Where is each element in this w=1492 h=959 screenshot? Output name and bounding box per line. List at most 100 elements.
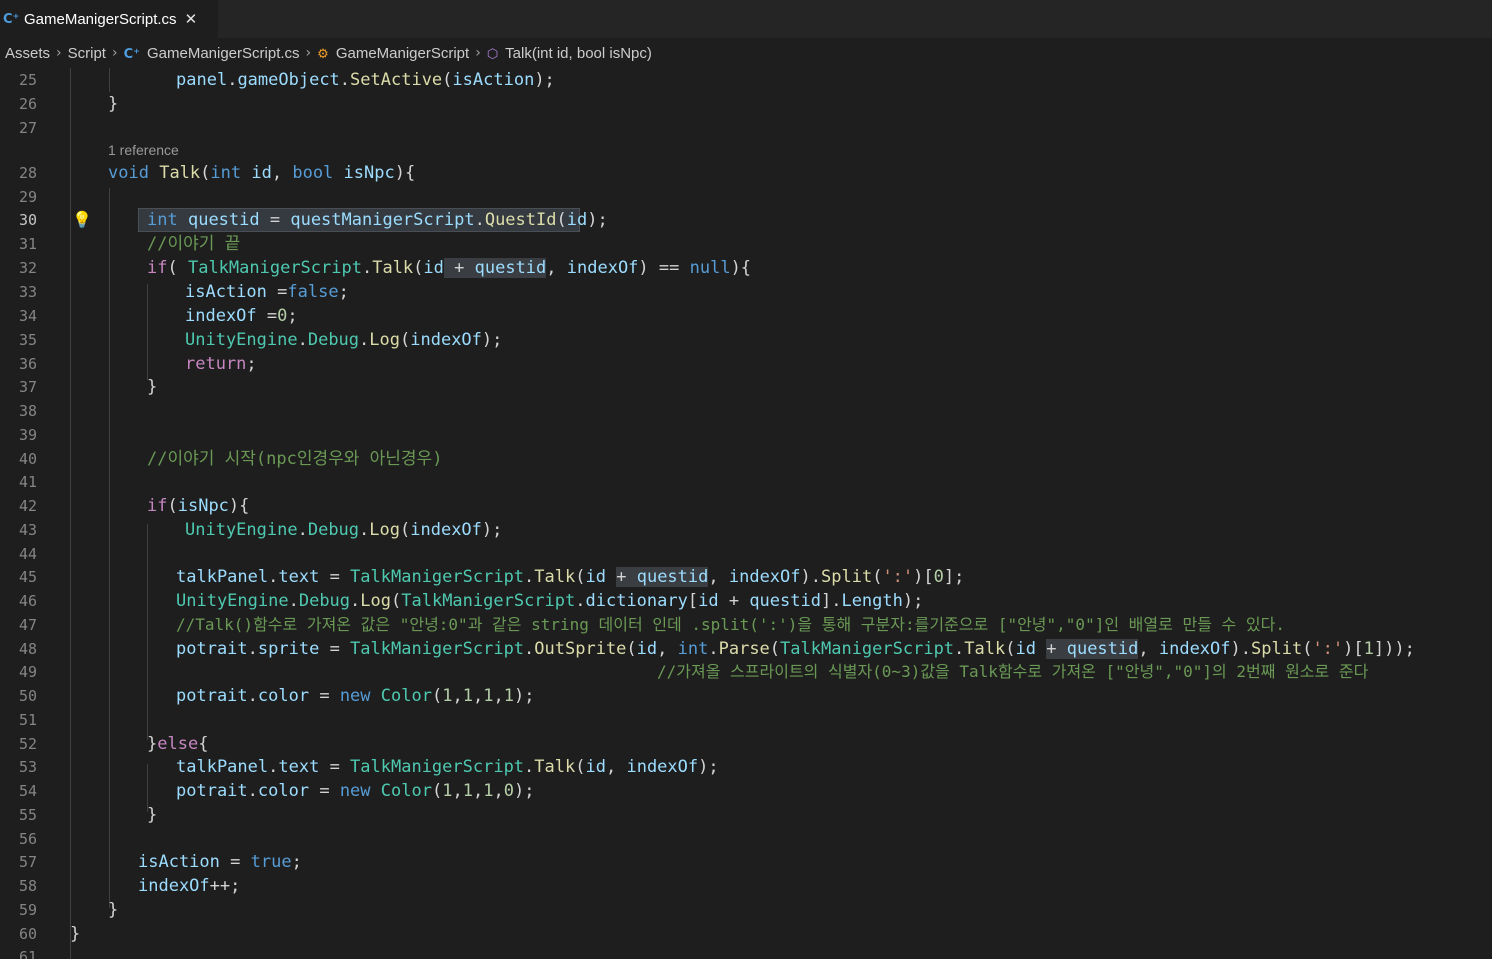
code-text: indexOf =0;: [185, 306, 298, 326]
breadcrumb-script[interactable]: Script: [68, 45, 106, 62]
tab-bar: C⁺ GameManigerScript.cs ✕: [0, 0, 1492, 38]
code-text: }: [147, 805, 158, 825]
breadcrumb-class-label: GameManigerScript: [335, 44, 470, 62]
breadcrumb-method[interactable]: ⬡ Talk(int id, bool isNpc): [487, 45, 652, 62]
code-text: isAction = true;: [138, 852, 302, 872]
code-line: 41: [0, 470, 1492, 494]
code-text: }else{: [147, 734, 209, 754]
code-line: 51: [0, 708, 1492, 732]
code-line: 34 indexOf =0;: [0, 304, 1492, 328]
code-comment: //이야기 시작(npc인경우와 아닌경우): [147, 449, 443, 469]
code-line: 58 indexOf++;: [0, 874, 1492, 898]
code-text: isAction =false;: [185, 282, 349, 302]
line-number: 41: [18, 473, 37, 491]
tab-filename: GameManigerScript.cs: [24, 10, 177, 28]
code-text: UnityEngine.Debug.Log(TalkManigerScript.…: [176, 591, 924, 611]
line-number: 51: [18, 711, 37, 729]
line-number: 25: [18, 71, 37, 89]
code-text: }: [70, 924, 81, 944]
code-line: 61: [0, 945, 1492, 959]
code-text: potrait.color = new Color(1,1,1,1);: [176, 686, 535, 706]
code-text: int questid = questManigerScript.QuestId…: [147, 210, 608, 230]
code-line: 56: [0, 827, 1492, 851]
code-line: 47 //Talk()함수로 가져온 값은 "안녕:0"과 같은 string …: [0, 613, 1492, 637]
code-line: 29: [0, 185, 1492, 209]
code-line: 35 UnityEngine.Debug.Log(indexOf);: [0, 328, 1492, 352]
line-number: 59: [18, 901, 37, 919]
line-number: 46: [18, 592, 37, 610]
breadcrumb-assets[interactable]: Assets: [5, 45, 50, 62]
code-line: 52 }else{: [0, 732, 1492, 756]
code-line: 42 if(isNpc){: [0, 494, 1492, 518]
line-number: 60: [18, 925, 37, 943]
code-text: }: [108, 94, 119, 114]
code-line: 28 void Talk(int id, bool isNpc){: [0, 161, 1492, 185]
code-line: 46 UnityEngine.Debug.Log(TalkManigerScri…: [0, 589, 1492, 613]
line-number: 26: [18, 95, 37, 113]
code-line: 32 if( TalkManigerScript.Talk(id + quest…: [0, 256, 1492, 280]
code-text: if(isNpc){: [147, 496, 250, 516]
breadcrumb-method-label: Talk(int id, bool isNpc): [505, 44, 652, 62]
line-number: 55: [18, 806, 37, 824]
line-number: 47: [18, 616, 37, 634]
line-number: 61: [18, 948, 37, 959]
line-number: 52: [18, 735, 37, 753]
code-line: 37 }: [0, 375, 1492, 399]
line-number: 34: [18, 307, 37, 325]
code-text: }: [108, 900, 119, 920]
code-line: 27: [0, 116, 1492, 140]
code-text: panel.gameObject.SetActive(isAction);: [176, 70, 555, 90]
code-text: talkPanel.text = TalkManigerScript.Talk(…: [176, 757, 719, 777]
code-comment: //이야기 끝: [147, 234, 241, 254]
class-icon: ⚙: [317, 46, 329, 62]
line-number: 56: [18, 830, 37, 848]
line-number: 39: [18, 426, 37, 444]
code-line: 36 return;: [0, 352, 1492, 376]
code-line: 33 isAction =false;: [0, 280, 1492, 304]
line-number: 29: [18, 188, 37, 206]
code-text: UnityEngine.Debug.Log(indexOf);: [185, 520, 503, 540]
code-line: 25 panel.gameObject.SetActive(isAction);: [0, 68, 1492, 92]
code-line: 49 //가져올 스프라이트의 식별자(0~3)값을 Talk함수로 가져온 […: [0, 660, 1492, 684]
code-comment: //가져올 스프라이트의 식별자(0~3)값을 Talk함수로 가져온 ["안녕…: [657, 662, 1369, 681]
code-line: 40 //이야기 시작(npc인경우와 아닌경우): [0, 447, 1492, 471]
line-number: 53: [18, 758, 37, 776]
breadcrumb-file[interactable]: C⁺ GameManigerScript.cs: [124, 45, 300, 62]
line-number: 45: [18, 568, 37, 586]
code-editor[interactable]: 25 panel.gameObject.SetActive(isAction);…: [0, 68, 1492, 959]
code-line: 55 }: [0, 803, 1492, 827]
line-number: 32: [18, 259, 37, 277]
line-number: 48: [18, 640, 37, 658]
line-number: 49: [18, 663, 37, 681]
line-number: 28: [18, 164, 37, 182]
code-line: 59 }: [0, 898, 1492, 922]
method-cube-icon: ⬡: [486, 46, 499, 62]
codelens-references[interactable]: 1 reference: [108, 138, 179, 162]
code-line: 57 isAction = true;: [0, 850, 1492, 874]
close-icon[interactable]: ✕: [185, 10, 198, 28]
editor-tab[interactable]: C⁺ GameManigerScript.cs ✕: [0, 0, 218, 38]
codelens-row: 1 reference: [0, 138, 1492, 162]
line-number: 57: [18, 853, 37, 871]
chevron-right-icon: ›: [56, 45, 62, 61]
line-number: 38: [18, 402, 37, 420]
breadcrumb-class[interactable]: ⚙ GameManigerScript: [317, 45, 469, 62]
code-text: potrait.sprite = TalkManigerScript.OutSp…: [176, 639, 1415, 659]
line-number: 40: [18, 450, 37, 468]
code-line: 60 }: [0, 922, 1492, 946]
code-line: 44: [0, 542, 1492, 566]
code-text: void Talk(int id, bool isNpc){: [108, 163, 416, 183]
breadcrumb: Assets › Script › C⁺ GameManigerScript.cs…: [0, 38, 1492, 68]
code-line: 45 talkPanel.text = TalkManigerScript.Ta…: [0, 565, 1492, 589]
line-number: 36: [18, 355, 37, 373]
code-line: 53 talkPanel.text = TalkManigerScript.Ta…: [0, 755, 1492, 779]
code-comment: //Talk()함수로 가져온 값은 "안녕:0"과 같은 string 데이터…: [176, 615, 1285, 634]
line-number: 35: [18, 331, 37, 349]
code-line: 39: [0, 423, 1492, 447]
lightbulb-icon[interactable]: 💡: [72, 210, 92, 229]
line-number: 58: [18, 877, 37, 895]
line-number: 37: [18, 378, 37, 396]
line-number: 30: [18, 211, 37, 229]
code-line: 54 potrait.color = new Color(1,1,1,0);: [0, 779, 1492, 803]
line-number: 54: [18, 782, 37, 800]
